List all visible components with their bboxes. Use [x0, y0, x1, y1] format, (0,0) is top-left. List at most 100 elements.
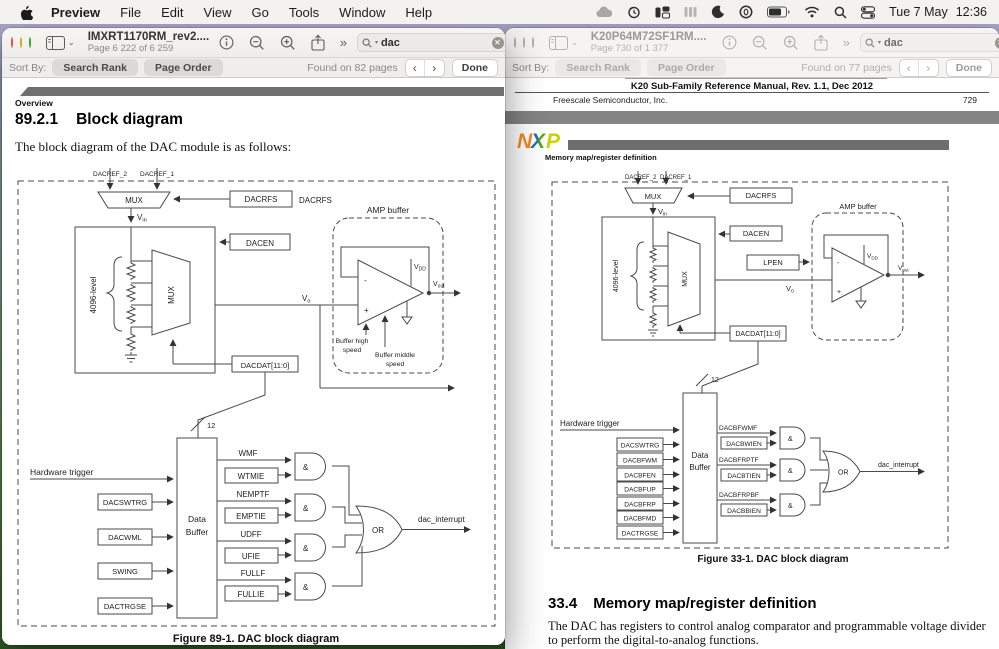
menu-help[interactable]: Help	[395, 5, 442, 20]
zoom-in-icon[interactable]	[783, 35, 799, 51]
menu-app-name[interactable]: Preview	[41, 5, 110, 20]
previous-result-button[interactable]: ‹	[900, 60, 919, 76]
section-title: Block diagram	[76, 111, 183, 128]
menu-view[interactable]: View	[194, 5, 242, 20]
battery-icon[interactable]	[767, 6, 790, 18]
and-gate	[295, 453, 326, 480]
interrupt-label: dac_interrupt	[878, 462, 919, 469]
intro-text: The block diagram of the DAC module is a…	[15, 139, 291, 155]
zoom-button[interactable]	[29, 37, 31, 48]
preview-window-imxrt[interactable]: ⌄ IMXRT1170RM_rev2.... Page 6 222 of 6 2…	[2, 28, 505, 645]
menu-bar: Preview File Edit View Go Tools Window H…	[0, 0, 999, 24]
flag-label: DACBFRPBF	[719, 492, 759, 499]
interrupt-label: dac_interrupt	[418, 515, 465, 524]
resistor	[650, 287, 656, 303]
zoom-out-icon[interactable]	[752, 35, 768, 51]
desktop: Preview File Edit View Go Tools Window H…	[0, 0, 999, 649]
resistor	[650, 247, 656, 263]
body-line: The DAC has registers to control analog …	[548, 619, 993, 633]
zoom-button[interactable]	[532, 37, 534, 48]
nxp-letter-p: P	[546, 130, 561, 153]
amp-buffer-label: AMP buffer	[839, 202, 877, 211]
vin-label: Vin	[137, 213, 147, 224]
search-field[interactable]: ▾	[357, 33, 505, 52]
ground-icon	[125, 355, 137, 362]
search-rank-button[interactable]: Search Rank	[52, 59, 138, 76]
and-gate	[295, 534, 326, 561]
control-center-icon[interactable]	[861, 6, 875, 19]
columns-icon[interactable]	[684, 6, 697, 18]
document-title: K20P64M72SF1RM....	[591, 31, 709, 43]
toolbar-overflow-button[interactable]: »	[843, 35, 849, 50]
resistor	[650, 267, 656, 283]
running-header-bar	[568, 140, 949, 150]
right-pdf-content[interactable]: K20 Sub-Family Reference Manual, Rev. 1.…	[505, 78, 999, 649]
found-on-pages-label: Found on 77 pages	[801, 62, 892, 74]
search-field[interactable]: ▾	[860, 33, 999, 52]
footer-page-number: 729	[963, 95, 977, 105]
moon-icon[interactable]	[711, 5, 725, 19]
vdd-label: VDD	[414, 264, 426, 272]
input-label: DACSWTRG	[621, 443, 659, 450]
sidebar-toggle-icon[interactable]: ⌄	[46, 36, 75, 50]
search-input[interactable]	[381, 37, 489, 49]
search-scope-chevron-icon[interactable]: ▾	[878, 39, 881, 46]
page-indicator: Page 730 of 1 377	[591, 44, 709, 54]
previous-result-button[interactable]: ‹	[406, 60, 425, 76]
brace	[631, 242, 644, 310]
next-result-button[interactable]: ›	[425, 60, 444, 76]
spotlight-search-icon[interactable]	[834, 6, 847, 19]
minimize-button[interactable]	[523, 37, 525, 48]
done-button[interactable]: Done	[452, 59, 498, 77]
menu-edit[interactable]: Edit	[151, 5, 193, 20]
share-icon[interactable]	[311, 34, 325, 51]
enable-label: UFIE	[242, 552, 260, 561]
menu-window[interactable]: Window	[329, 5, 395, 20]
toolbar-overflow-button[interactable]: »	[340, 35, 346, 50]
sort-by-label: Sort By:	[9, 62, 46, 74]
preview-window-k20[interactable]: ⌄ K20P64M72SF1RM.... Page 730 of 1 377 »…	[505, 28, 999, 649]
info-icon[interactable]	[722, 35, 737, 50]
resistor	[650, 312, 656, 328]
dacrfs-label: DACRFS	[245, 195, 278, 204]
done-button[interactable]: Done	[946, 59, 992, 77]
info-icon[interactable]	[219, 35, 234, 50]
time-machine-icon[interactable]	[627, 5, 641, 19]
share-icon[interactable]	[814, 34, 828, 51]
page-order-button[interactable]: Page Order	[144, 59, 223, 76]
wifi-icon[interactable]	[804, 6, 820, 18]
close-button[interactable]	[11, 37, 13, 48]
cloud-icon[interactable]	[596, 6, 613, 18]
zoom-out-icon[interactable]	[249, 35, 265, 51]
search-input[interactable]	[884, 37, 992, 49]
minimize-button[interactable]	[20, 37, 22, 48]
menu-go[interactable]: Go	[241, 5, 278, 20]
zero-badge-icon[interactable]	[739, 5, 753, 19]
clear-search-icon[interactable]	[492, 37, 504, 49]
sidebar-toggle-icon[interactable]: ⌄	[549, 36, 578, 50]
close-button[interactable]	[514, 37, 516, 48]
flag-label: DACBFWMF	[719, 425, 757, 432]
left-pdf-content[interactable]: Overview 89.2.1Block diagram The block d…	[2, 78, 505, 645]
resistor	[127, 306, 135, 324]
zoom-in-icon[interactable]	[280, 35, 296, 51]
opamp-plus: +	[837, 289, 841, 296]
next-result-button[interactable]: ›	[919, 60, 938, 76]
input-label: DACWML	[108, 533, 142, 542]
menu-clock[interactable]: Tue 7 May 12:36	[889, 5, 987, 19]
and-gate-label: &	[303, 463, 309, 472]
search-rank-button[interactable]: Search Rank	[555, 59, 641, 76]
stage-manager-icon[interactable]	[655, 6, 670, 19]
page-order-button[interactable]: Page Order	[647, 59, 726, 76]
buffer-high-speed-label: speed	[343, 347, 362, 354]
dacref2-label: DACREF_2	[625, 175, 657, 181]
menu-file[interactable]: File	[110, 5, 151, 20]
apple-menu-icon[interactable]	[12, 5, 41, 20]
enable-label: EMPTIE	[236, 512, 266, 521]
clear-search-icon[interactable]	[995, 37, 999, 49]
search-scope-chevron-icon[interactable]: ▾	[375, 39, 378, 46]
mux-inner-label: MUX	[682, 271, 689, 287]
running-header: Memory map/register definition	[545, 153, 657, 162]
input-label: DACBFUP	[624, 487, 656, 494]
menu-tools[interactable]: Tools	[279, 5, 329, 20]
